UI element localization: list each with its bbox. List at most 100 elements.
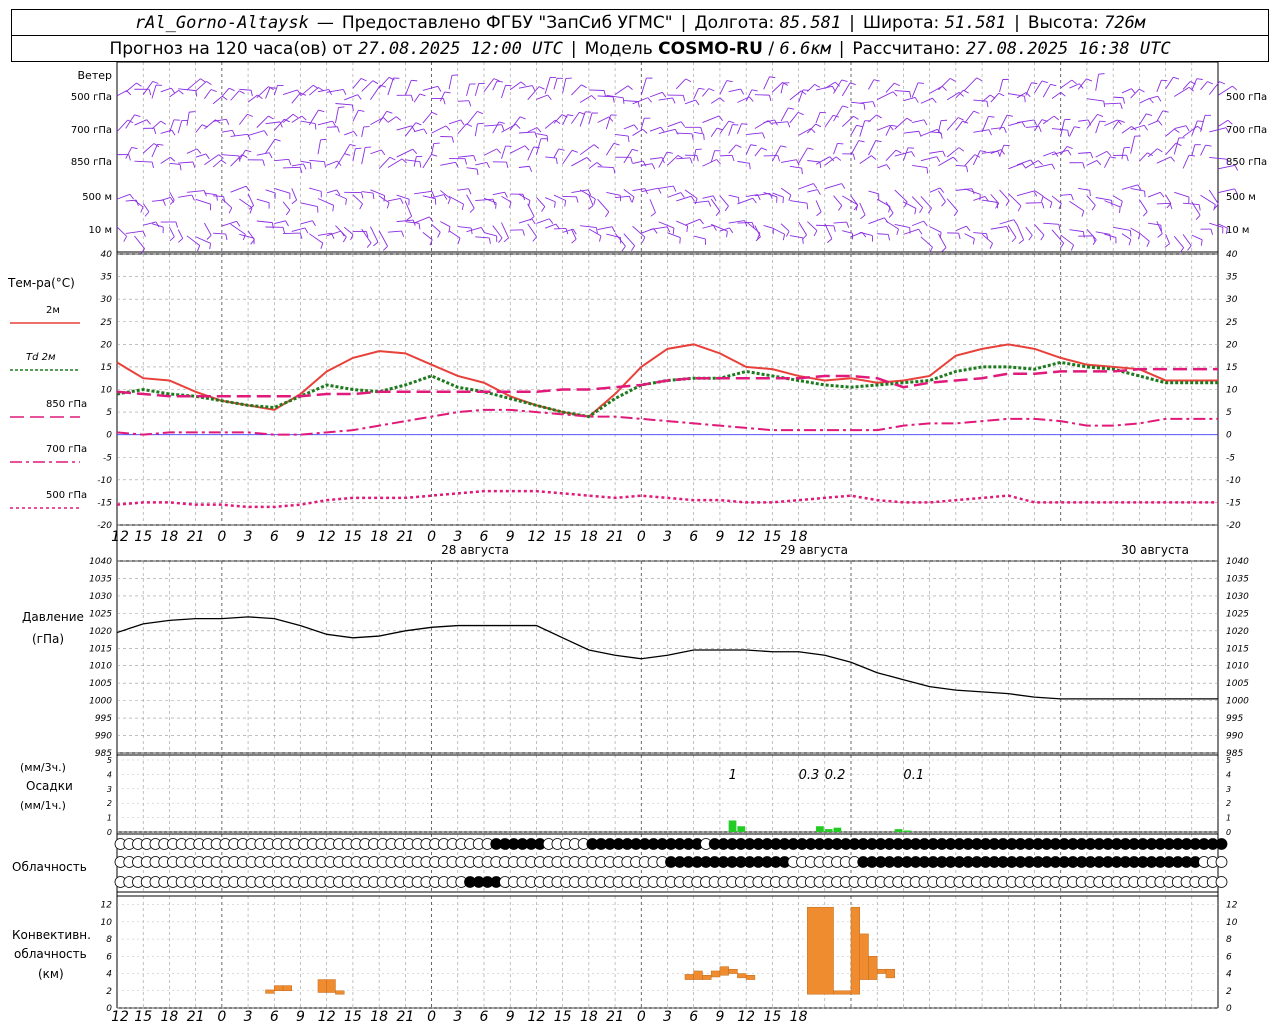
wind-barb <box>894 151 912 157</box>
wind-barb-flag <box>1051 163 1056 170</box>
wind-barb-flag <box>285 209 291 216</box>
wind-barb-flag <box>1067 149 1072 156</box>
wind-barb <box>553 148 560 158</box>
wind-barb <box>518 218 533 224</box>
wind-barb-flag <box>345 198 347 205</box>
wind-barb-flag <box>268 152 273 159</box>
wind-barb <box>903 147 909 161</box>
wind-barb <box>151 144 158 158</box>
x-tick-label: 12 <box>737 529 755 545</box>
wind-barb <box>903 228 919 235</box>
wind-barb <box>1051 92 1062 99</box>
wind-barb <box>283 166 301 169</box>
wind-barb <box>1173 137 1180 155</box>
y-tick-label: 40 <box>1226 250 1238 260</box>
wind-barb <box>964 77 978 91</box>
legend-label: Td 2м <box>26 352 56 363</box>
wind-barb-flag <box>447 198 451 205</box>
wind-barb <box>973 99 987 102</box>
wind-barb <box>213 232 226 235</box>
x-tick-label: 12 <box>737 1009 755 1024</box>
wind-barb <box>343 226 354 235</box>
wind-barb <box>1130 188 1145 192</box>
wind-barb <box>536 197 546 207</box>
wind-barb-flag <box>613 167 616 174</box>
date-label-1: 28 августа <box>441 543 509 557</box>
wind-barb <box>230 133 248 137</box>
cloud-symbol <box>1215 838 1228 850</box>
wind-barb-flag <box>1106 151 1112 157</box>
wind-barb <box>745 89 753 102</box>
wind-barb <box>1042 196 1053 203</box>
wind-barb <box>221 198 233 209</box>
wind-barb <box>1016 190 1034 197</box>
wind-barb-flag <box>1058 224 1061 231</box>
wind-barb-flag <box>637 101 640 108</box>
wind-barb <box>483 124 502 127</box>
wind-barb-flag <box>262 159 265 166</box>
wind-barb <box>632 160 644 165</box>
wind-barb <box>728 88 741 93</box>
x-tick-label: 15 <box>344 1009 362 1024</box>
y-tick-label: 1000 <box>89 697 112 707</box>
wind-barb-flag <box>571 149 578 153</box>
wind-barb-flag <box>134 114 141 117</box>
wind-barb <box>1078 119 1089 122</box>
wind-barb-flag <box>470 228 473 235</box>
y-tick-label: 4 <box>1226 770 1231 779</box>
wind-barb <box>169 226 175 238</box>
wind-barb <box>702 88 710 97</box>
wind-barb <box>1095 197 1112 201</box>
wind-barb <box>1148 222 1161 226</box>
wind-barb-flag <box>690 195 695 202</box>
wind-barb-flag <box>373 241 379 247</box>
wind-barb <box>291 188 298 201</box>
wind-barb <box>588 162 598 170</box>
wind-barb <box>737 197 754 205</box>
convective-bar <box>335 990 345 995</box>
wind-barb <box>335 193 347 200</box>
wind-barb <box>1016 159 1031 166</box>
wind-barb-flag <box>571 238 577 244</box>
wind-barb <box>658 185 674 189</box>
wind-barb <box>1113 96 1124 99</box>
wind-barb-flag <box>1196 78 1203 80</box>
x-tick-label: 0 <box>217 1009 226 1024</box>
wind-barb <box>632 225 646 238</box>
convective-bar <box>728 968 738 974</box>
convective-bar <box>833 990 852 995</box>
wind-barb-flag <box>531 218 536 225</box>
wind-barb <box>1156 110 1164 122</box>
y-tick-label: 0 <box>106 431 112 441</box>
wind-barb-flag <box>814 83 821 88</box>
wind-barb <box>711 223 728 232</box>
wind-barb <box>544 197 556 203</box>
wind-barb-flag <box>1122 97 1125 104</box>
wind-barb <box>667 121 682 128</box>
wind-barb <box>142 81 154 95</box>
wind-barb-flag <box>631 245 636 252</box>
convective-bar <box>745 975 756 980</box>
wind-barb <box>1121 88 1132 94</box>
wind-barb-flag <box>801 167 803 175</box>
wind-barb <box>256 198 270 204</box>
cloud-title: Облачность <box>12 860 87 874</box>
wind-barb-flag <box>712 195 717 202</box>
wind-barb-flag <box>782 234 786 241</box>
wind-barb-flag <box>222 95 228 101</box>
wind-barb-flag <box>1082 162 1085 169</box>
wind-barb-flag <box>431 111 438 116</box>
y-tick-label: 1005 <box>89 679 112 689</box>
wind-barb-flag <box>1197 120 1204 122</box>
wind-barb <box>527 223 537 238</box>
wind-barb <box>457 155 474 158</box>
wind-barb-flag <box>324 161 327 168</box>
wind-barb <box>536 218 550 224</box>
wind-barb-flag <box>444 91 451 94</box>
wind-barb <box>798 89 804 103</box>
wind-barb <box>746 132 763 135</box>
wind-barb-flag <box>1041 80 1048 84</box>
wind-barb-flag <box>496 80 503 83</box>
wind-barb-flag <box>401 230 405 237</box>
legend-label: 2м <box>46 305 60 316</box>
